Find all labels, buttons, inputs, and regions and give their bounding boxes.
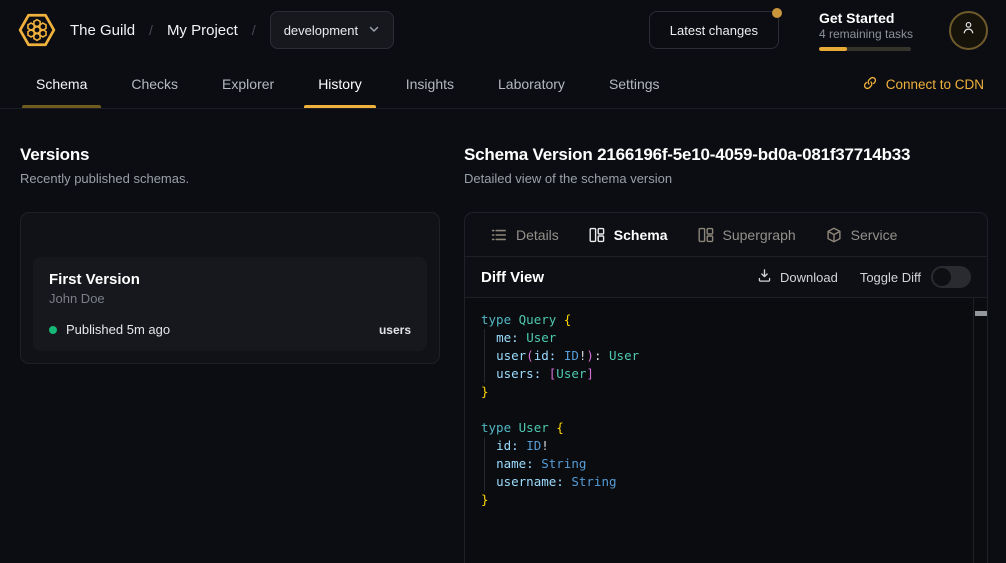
nav-tab-insights[interactable]: Insights — [392, 60, 468, 108]
target-selector[interactable]: development — [270, 11, 394, 49]
scrollbar-thumb[interactable] — [975, 311, 987, 316]
toggle-diff-label: Toggle Diff — [860, 270, 921, 285]
toggle-diff-switch[interactable] — [931, 266, 971, 288]
main-nav: Schema Checks Explorer History Insights Labor… — [0, 60, 1006, 109]
code-line: user(id: ID!): User — [481, 347, 957, 365]
panel-tab-service[interactable]: Service — [826, 227, 898, 243]
toggle-knob — [933, 268, 951, 286]
panel-tabs: Details Schema Supergraph Service — [465, 213, 987, 257]
diff-controls: Download Toggle Diff — [757, 266, 971, 288]
get-started-progressbar — [819, 47, 911, 51]
latest-changes-label: Latest changes — [670, 23, 758, 38]
nav-tab-schema[interactable]: Schema — [22, 60, 101, 108]
nav-tab-history[interactable]: History — [304, 60, 376, 108]
app-root: The Guild / My Project / development Lat… — [0, 0, 1006, 563]
panel-tab-label: Details — [516, 227, 559, 243]
panel-tab-details[interactable]: Details — [491, 227, 559, 243]
breadcrumb-project[interactable]: My Project — [167, 22, 238, 39]
indent-guide — [484, 473, 485, 491]
panel-tab-label: Schema — [614, 227, 668, 243]
panel-tab-label: Supergraph — [723, 227, 796, 243]
main-content: Versions Recently published schemas. Fir… — [0, 109, 1006, 563]
panel-tab-schema[interactable]: Schema — [589, 227, 668, 243]
nav-tab-laboratory[interactable]: Laboratory — [484, 60, 579, 108]
indent-guide — [484, 437, 485, 455]
connect-cdn-label: Connect to CDN — [886, 77, 984, 92]
code-scrollbar[interactable] — [973, 298, 987, 563]
version-author: John Doe — [49, 291, 411, 306]
version-status: Published 5m ago — [66, 322, 170, 337]
code-line: users: [User] — [481, 365, 957, 383]
download-icon — [757, 268, 772, 286]
top-bar: The Guild / My Project / development Lat… — [0, 0, 1006, 60]
indent-guide — [484, 455, 485, 473]
download-button[interactable]: Download — [757, 268, 838, 286]
toggle-diff-control: Toggle Diff — [860, 266, 971, 288]
code-line: name: String — [481, 455, 957, 473]
code-line: type Query { — [481, 311, 957, 329]
progress-fill — [819, 47, 848, 51]
breadcrumb-separator: / — [252, 22, 256, 38]
columns-icon — [589, 227, 605, 243]
versions-title: Versions — [20, 145, 440, 165]
nav-tabs: Schema Checks Explorer History Insights Labor… — [22, 60, 674, 108]
code-line: me: User — [481, 329, 957, 347]
indent-guide — [484, 347, 485, 365]
target-selector-value: development — [284, 23, 358, 38]
diff-view-header: Diff View Download T — [465, 257, 987, 298]
cube-icon — [826, 227, 842, 243]
hive-logo-icon[interactable] — [18, 11, 56, 49]
versions-panel: Versions Recently published schemas. Fir… — [20, 109, 464, 364]
nav-tab-settings[interactable]: Settings — [595, 60, 674, 108]
notification-dot — [772, 8, 782, 18]
latest-changes-button[interactable]: Latest changes — [649, 11, 779, 49]
breadcrumb-separator: / — [149, 22, 153, 38]
connect-cdn-link[interactable]: Connect to CDN — [862, 60, 984, 108]
published-dot-icon — [49, 326, 57, 334]
schema-version-subtitle: Detailed view of the schema version — [464, 171, 988, 186]
indent-guide — [484, 365, 485, 383]
nav-tab-checks[interactable]: Checks — [117, 60, 192, 108]
code-line: } — [481, 491, 957, 509]
diff-view-title: Diff View — [481, 269, 544, 286]
download-label: Download — [780, 270, 838, 285]
avatar-button[interactable] — [949, 11, 988, 50]
versions-card: First Version John Doe Published 5m ago … — [20, 212, 440, 364]
get-started-subtitle: 4 remaining tasks — [819, 27, 913, 41]
code-line: id: ID! — [481, 437, 957, 455]
panel-tab-supergraph[interactable]: Supergraph — [698, 227, 796, 243]
columns-icon — [698, 227, 714, 243]
code-line: type User { — [481, 419, 957, 437]
get-started-title: Get Started — [819, 10, 913, 26]
chevron-down-icon — [368, 23, 380, 38]
schema-version-title: Schema Version 2166196f-5e10-4059-bd0a-0… — [464, 145, 988, 165]
code-line — [481, 401, 957, 419]
breadcrumb-org[interactable]: The Guild — [70, 22, 135, 39]
list-icon — [491, 227, 507, 243]
panel-tab-label: Service — [851, 227, 898, 243]
versions-subtitle: Recently published schemas. — [20, 171, 440, 186]
user-icon — [960, 19, 977, 41]
version-list-item[interactable]: First Version John Doe Published 5m ago … — [33, 257, 427, 351]
nav-tab-explorer[interactable]: Explorer — [208, 60, 288, 108]
get-started-widget[interactable]: Get Started 4 remaining tasks — [819, 10, 913, 51]
version-status-row: Published 5m ago users — [49, 322, 411, 337]
link-icon — [862, 75, 878, 94]
schema-code-viewer[interactable]: type Query { me: User user(id: ID!): Use… — [465, 298, 987, 563]
schema-version-panel: Schema Version 2166196f-5e10-4059-bd0a-0… — [464, 109, 988, 563]
version-name: First Version — [49, 271, 411, 288]
code-lines: type Query { me: User user(id: ID!): Use… — [481, 311, 957, 509]
schema-version-card: Details Schema Supergraph Service Diff View — [464, 212, 988, 563]
code-line: username: String — [481, 473, 957, 491]
indent-guide — [484, 329, 485, 347]
service-badge: users — [379, 323, 411, 337]
code-line: } — [481, 383, 957, 401]
